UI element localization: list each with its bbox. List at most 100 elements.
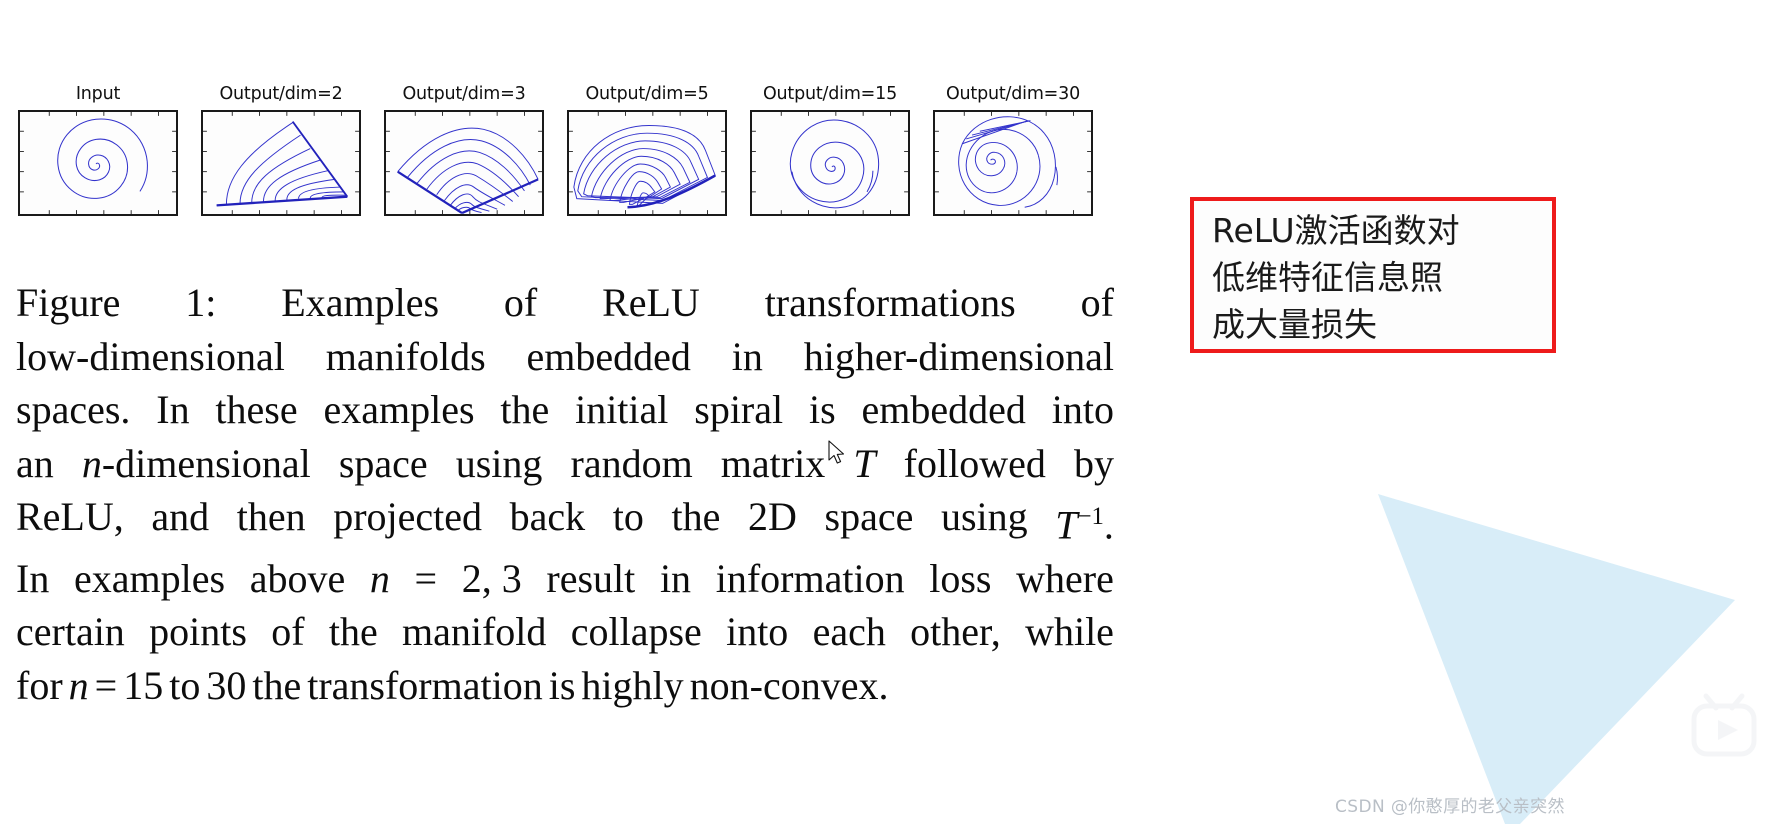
panel-title: Output/dim=15 [762,84,898,104]
caption-symbol-Tinv: T−1. [1055,502,1114,548]
caption-word: result [546,555,636,601]
spiral-plot-input [20,111,176,214]
caption-word: space [338,440,428,486]
caption-word: Examples [281,280,440,325]
caption-symbol-n: n [68,662,89,708]
caption-equals: = [414,555,438,601]
caption-word: non-convex. [689,662,889,708]
caption-word: using [455,440,543,486]
caption-word: to [612,494,644,539]
caption-word: space [824,494,914,539]
panel-title: Output/dim=3 [402,84,526,104]
triangle-shape [1378,494,1735,824]
caption-word: embedded [861,387,1026,432]
caption-word: higher-dimensional [803,333,1114,379]
figure-panel-dim5: Output/dim=5 [567,84,727,221]
caption-word: matrix [720,440,826,486]
caption-word: by [1073,440,1114,486]
caption-symbol-T: T [853,440,876,486]
caption-word: in [731,333,763,379]
caption-word: low-dimensional [16,333,285,379]
caption-word: and [151,494,210,539]
figure-panel-dim2: Output/dim=2 [201,84,361,221]
caption-word: ReLU, [16,494,124,539]
caption-word: above [249,555,346,601]
caption-line: Figure 1: Examples of ReLU transformatio… [16,276,1114,330]
figure-caption: Figure 1: Examples of ReLU transformatio… [16,276,1114,712]
caption-word: manifolds [325,333,486,379]
caption-word: the [500,387,550,432]
spiral-plot-dim30 [935,111,1091,214]
caption-values: 2, 3 [461,555,522,601]
figure-panel-dim30: Output/dim=30 [933,84,1093,221]
annotation-line: 低维特征信息照 [1212,258,1443,297]
caption-word: each [812,609,886,655]
caption-word: points [149,609,247,655]
figure-panel-input: Input [18,84,178,221]
plot-area-dim30 [933,109,1093,216]
caption-word: collapse [570,609,702,655]
caption-word-math: n-dimensional [81,440,311,486]
caption-word: the [252,662,302,708]
caption-word: then [236,494,306,539]
panel-title: Input [75,84,121,104]
annotation-line: 成大量损失 [1212,305,1377,344]
caption-word: information [715,555,905,601]
figure-panel-dim3: Output/dim=3 [384,84,544,221]
caption-line: certain points of the manifold collapse … [16,605,1114,659]
caption-word: initial [575,387,669,432]
caption-word: embedded [526,333,691,379]
caption-word: the [328,609,378,655]
caption-word: the [671,494,721,539]
caption-word: manifold [402,609,547,655]
figure-panel-dim15: Output/dim=15 [750,84,910,221]
caption-equals: = [94,662,118,708]
caption-word: In [156,387,190,432]
caption-word: random [570,440,693,486]
caption-word: in [659,555,692,601]
caption-word: ReLU [602,280,700,325]
panel-title: Output/dim=5 [585,84,709,104]
caption-word: certain [16,609,125,655]
caption-word: these [215,387,298,432]
caption-word: 2D [748,494,797,539]
caption-word: other, [910,609,1001,655]
plot-area-dim3 [384,109,544,216]
caption-word: transformations [764,280,1016,325]
caption-word: In [16,555,50,601]
caption-word: to [169,662,201,708]
caption-word: for [16,662,63,708]
plot-area-dim2 [201,109,361,216]
caption-symbol-n: n [369,555,390,601]
annotation-callout-box: ReLU激活函数对 低维特征信息照 成大量损失 [1190,197,1556,353]
caption-value: 15 [123,662,164,708]
caption-value: 30 [206,662,247,708]
caption-word: projected [333,494,483,539]
spiral-plot-dim5 [569,111,725,214]
caption-line: an n-dimensional space using random matr… [16,437,1114,491]
caption-word: where [1016,555,1114,601]
caption-word: followed [903,440,1046,486]
spiral-plot-dim3 [386,111,542,214]
csdn-watermark: CSDN @你憨厚的老父亲突然 [1335,797,1565,817]
plot-area-dim5 [567,109,727,216]
caption-word: into [726,609,789,655]
caption-word: of [503,280,538,325]
caption-word: loss [929,555,992,601]
spiral-plot-dim15 [752,111,908,214]
caption-word: spiral [694,387,784,432]
caption-line: low-dimensional manifolds embedded in hi… [16,330,1114,384]
plot-area-dim15 [750,109,910,216]
caption-word: examples [323,387,475,432]
panel-title: Output/dim=2 [219,84,343,104]
spiral-plot-dim2 [203,111,359,214]
plot-area-input [18,109,178,216]
annotation-line: ReLU激活函数对 [1212,211,1460,250]
play-icon [1691,693,1757,757]
caption-word: into [1051,387,1114,432]
blue-triangle-decoration [1180,400,1775,824]
caption-word: is [548,662,576,708]
panel-title: Output/dim=30 [945,84,1081,104]
caption-word: of [1080,280,1114,325]
caption-line: spaces. In these examples the initial sp… [16,383,1114,437]
